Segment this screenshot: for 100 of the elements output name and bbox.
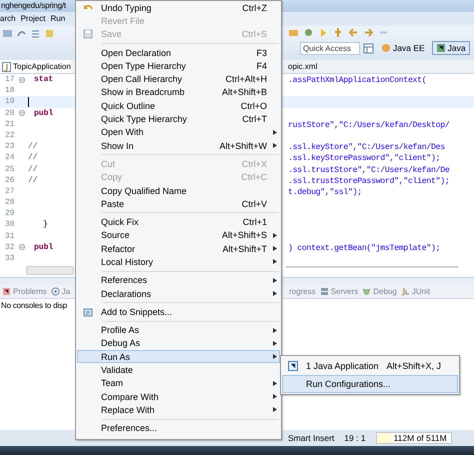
menu-item[interactable]: Debug As <box>77 336 280 350</box>
toolbar-icon[interactable] <box>288 27 299 38</box>
code-text: publ <box>34 242 54 254</box>
toolbar-icon[interactable] <box>30 28 41 39</box>
menu-item[interactable]: Source Alt+Shift+S <box>77 228 280 242</box>
menu-item[interactable]: Show In Alt+Shift+W <box>77 138 280 152</box>
menu-item[interactable]: Open Type Hierarchy F4 <box>77 59 280 72</box>
menu-item[interactable]: Run Configurations... <box>282 375 458 393</box>
line-number: 32 <box>5 242 16 254</box>
bug-icon <box>362 286 372 296</box>
code-text: } <box>43 219 48 231</box>
code-text: .ssl.trustStorePassword","client"); <box>288 176 450 186</box>
code-text: rustStore","C:/Users/kefan/Desktop/ <box>288 120 450 130</box>
status-text: 19 : 1 <box>344 432 366 445</box>
snippet-icon <box>83 306 93 317</box>
fold-icon[interactable] <box>19 76 25 83</box>
line-number: 21 <box>5 118 16 130</box>
menu-item[interactable]: Copy Qualified Name <box>77 184 280 198</box>
perspective-button[interactable]: Java <box>432 41 470 55</box>
menu-item[interactable]: Add to Snippets... <box>77 305 280 319</box>
java-file-icon <box>2 62 11 72</box>
fold-icon[interactable] <box>19 110 25 116</box>
menu-item[interactable]: Preferences... <box>77 422 280 435</box>
perspective-button[interactable]: Java EE <box>377 41 429 55</box>
line-number: 22 <box>5 130 16 142</box>
open-perspective-icon[interactable] <box>363 42 374 54</box>
line-number: 33 <box>5 253 16 264</box>
horizontal-scrollbar[interactable] <box>286 266 458 268</box>
junit-icon <box>400 286 410 296</box>
code-text: // <box>28 164 38 175</box>
line-number: 30 <box>5 219 16 231</box>
line-number: 27 <box>5 186 16 198</box>
menu-item[interactable]: Compare With <box>77 390 280 404</box>
java-application-icon <box>288 361 298 371</box>
code-text: // <box>28 174 38 186</box>
menu-item[interactable]: Paste Ctrl+V <box>77 197 280 210</box>
editor-tab[interactable]: TopicApplication <box>0 60 71 73</box>
problems-icon <box>2 286 11 296</box>
code-text: .assPathXmlApplicationContext( <box>288 76 426 85</box>
menu-item[interactable]: Run As <box>77 350 280 364</box>
line-number: 19 <box>5 96 16 108</box>
text-cursor <box>28 96 29 107</box>
perspective-icon <box>381 43 391 53</box>
status-text: Smart Insert <box>288 432 334 445</box>
line-number: 28 <box>5 197 16 208</box>
menu-item[interactable]: Show in Breadcrumb Alt+Shift+B <box>77 86 280 100</box>
toolbar-icon[interactable] <box>44 28 55 39</box>
toolbar-icon[interactable] <box>2 28 13 39</box>
heap-status[interactable]: 112M of 511M <box>376 432 452 444</box>
line-number: 26 <box>5 174 16 186</box>
line-number: 29 <box>5 208 16 220</box>
menu-item[interactable]: Quick Outline Ctrl+O <box>77 99 280 112</box>
menu-item[interactable]: Validate <box>77 363 280 377</box>
line-number: 18 <box>5 85 16 96</box>
menu-item[interactable]: Profile As <box>77 324 280 337</box>
perspective-icon <box>436 43 446 53</box>
quick-access-field[interactable]: Quick Access <box>300 42 360 54</box>
line-number: 23 <box>5 141 16 152</box>
code-text: ) context.getBean("jmsTemplate"); <box>288 244 440 253</box>
line-number: 25 <box>5 164 16 175</box>
toolbar-icon[interactable] <box>363 27 374 38</box>
code-text: .ssl.trustStore","C:/Users/kefan/De <box>288 166 450 174</box>
line-number: 17 <box>5 74 16 86</box>
line-number: 20 <box>5 108 16 119</box>
menu-bar-item[interactable]: Project <box>20 12 46 26</box>
menu-item[interactable]: Quick Type Hierarchy Ctrl+T <box>77 112 280 126</box>
window-title: nghengedu/spring/t <box>0 0 67 12</box>
toolbar-icon[interactable] <box>348 27 359 38</box>
toolbar-icon[interactable] <box>16 28 27 39</box>
menu-item[interactable]: Declarations <box>77 286 280 300</box>
toolbar-icon[interactable] <box>303 27 314 38</box>
menu-item[interactable]: Replace With <box>77 403 280 417</box>
menu-item[interactable]: Open Call Hierarchy Ctrl+Alt+H <box>77 72 280 86</box>
fold-icon[interactable] <box>19 244 25 250</box>
menu-item[interactable]: Refactor Alt+Shift+T <box>77 242 280 256</box>
code-text: .ssl.keyStorePassword","client"); <box>288 154 440 164</box>
code-text: .ssl.keyStore","C:/Users/kefan/Des <box>288 143 445 152</box>
save-icon <box>83 29 93 40</box>
code-text: stat <box>34 74 54 86</box>
menu-bar-item[interactable]: arch <box>0 12 16 26</box>
menu-item[interactable]: 1 Java Application Alt+Shift+X, J <box>282 357 458 375</box>
menu-item[interactable]: Local History <box>77 255 280 269</box>
toolbar-icon[interactable] <box>333 27 344 38</box>
line-number: 31 <box>5 230 16 242</box>
menu-bar-item[interactable]: Run <box>50 12 66 26</box>
servers-icon <box>320 286 329 296</box>
menu-item[interactable]: Undo Typing Ctrl+Z <box>77 1 280 14</box>
editor-tab[interactable]: opic.xml <box>288 60 318 73</box>
code-text: publ <box>34 108 54 119</box>
menu-item[interactable]: References <box>77 274 280 287</box>
code-text: t.debug","ssl"); <box>288 188 362 197</box>
menu-item[interactable]: Open Declaration F3 <box>77 46 280 60</box>
horizontal-scrollbar[interactable] <box>26 266 74 276</box>
code-text: // <box>28 141 38 152</box>
line-number: 24 <box>5 152 16 164</box>
console-message: No consoles to disp <box>0 300 68 312</box>
menu-item[interactable]: Team <box>77 376 280 390</box>
menu-item[interactable]: Quick Fix Ctrl+1 <box>77 215 280 229</box>
menu-item[interactable]: Open With <box>77 126 280 139</box>
code-text: // <box>28 152 38 164</box>
